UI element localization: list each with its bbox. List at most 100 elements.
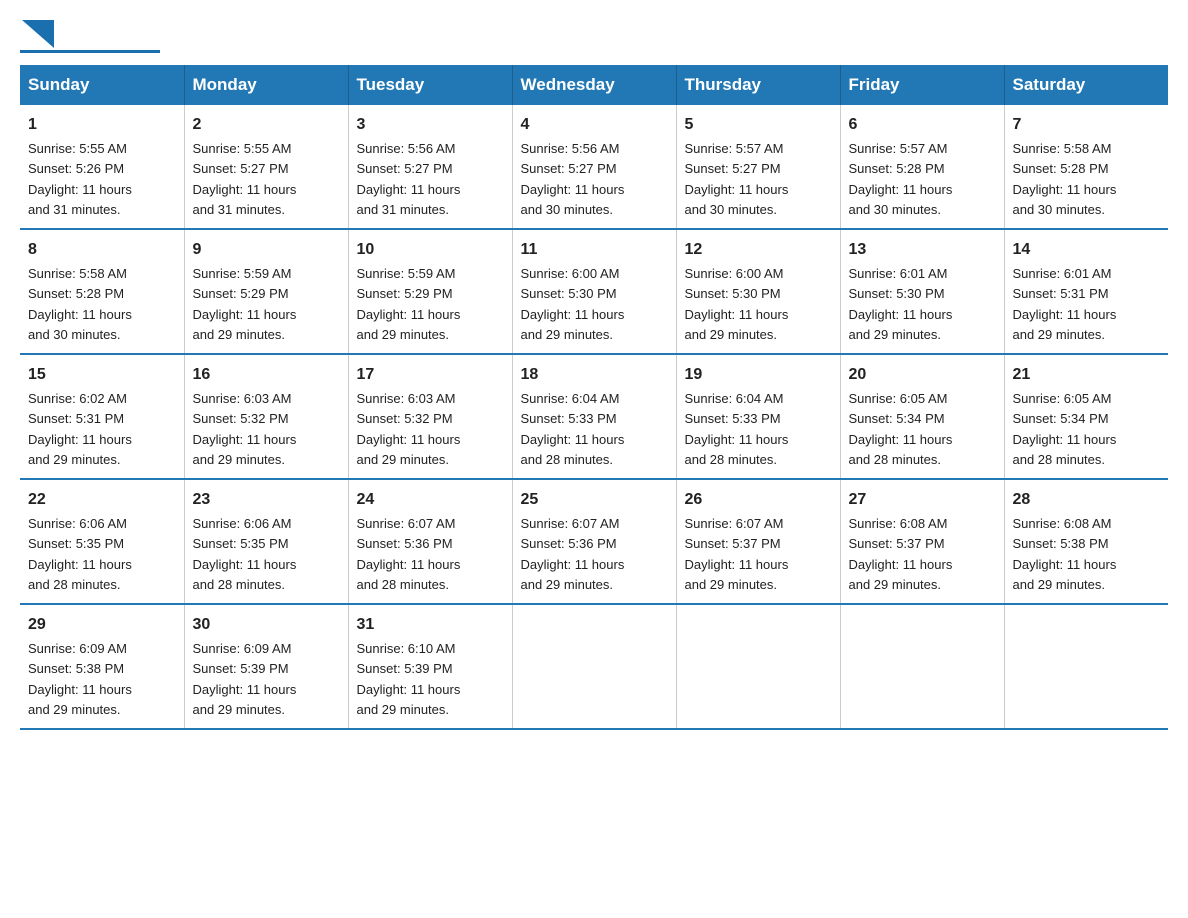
day-number: 18 [521,363,668,387]
day-info: Sunrise: 5:55 AMSunset: 5:27 PMDaylight:… [193,141,297,217]
day-number: 25 [521,488,668,512]
calendar-cell: 24 Sunrise: 6:07 AMSunset: 5:36 PMDayligh… [348,479,512,604]
calendar-cell: 23 Sunrise: 6:06 AMSunset: 5:35 PMDayligh… [184,479,348,604]
day-info: Sunrise: 6:05 AMSunset: 5:34 PMDaylight:… [849,391,953,467]
day-info: Sunrise: 6:07 AMSunset: 5:36 PMDaylight:… [357,516,461,592]
day-number: 11 [521,238,668,262]
day-number: 5 [685,113,832,137]
day-number: 2 [193,113,340,137]
day-info: Sunrise: 5:59 AMSunset: 5:29 PMDaylight:… [357,266,461,342]
calendar-cell: 22 Sunrise: 6:06 AMSunset: 5:35 PMDayligh… [20,479,184,604]
calendar-cell: 27 Sunrise: 6:08 AMSunset: 5:37 PMDayligh… [840,479,1004,604]
calendar-cell: 5 Sunrise: 5:57 AMSunset: 5:27 PMDaylight… [676,105,840,229]
calendar-cell [512,604,676,729]
calendar-cell: 28 Sunrise: 6:08 AMSunset: 5:38 PMDayligh… [1004,479,1168,604]
day-info: Sunrise: 6:00 AMSunset: 5:30 PMDaylight:… [685,266,789,342]
header-saturday: Saturday [1004,65,1168,105]
day-info: Sunrise: 6:04 AMSunset: 5:33 PMDaylight:… [685,391,789,467]
day-number: 21 [1013,363,1161,387]
calendar-cell: 19 Sunrise: 6:04 AMSunset: 5:33 PMDayligh… [676,354,840,479]
day-number: 17 [357,363,504,387]
calendar-cell: 12 Sunrise: 6:00 AMSunset: 5:30 PMDayligh… [676,229,840,354]
calendar-week-row: 22 Sunrise: 6:06 AMSunset: 5:35 PMDayligh… [20,479,1168,604]
calendar-cell: 20 Sunrise: 6:05 AMSunset: 5:34 PMDayligh… [840,354,1004,479]
day-info: Sunrise: 6:06 AMSunset: 5:35 PMDaylight:… [28,516,132,592]
day-number: 15 [28,363,176,387]
header-monday: Monday [184,65,348,105]
header-tuesday: Tuesday [348,65,512,105]
calendar-cell: 21 Sunrise: 6:05 AMSunset: 5:34 PMDayligh… [1004,354,1168,479]
calendar-header-row: SundayMondayTuesdayWednesdayThursdayFrid… [20,65,1168,105]
header-wednesday: Wednesday [512,65,676,105]
day-number: 27 [849,488,996,512]
logo [20,20,160,53]
day-number: 24 [357,488,504,512]
calendar-week-row: 1 Sunrise: 5:55 AMSunset: 5:26 PMDaylight… [20,105,1168,229]
calendar-cell: 17 Sunrise: 6:03 AMSunset: 5:32 PMDayligh… [348,354,512,479]
day-info: Sunrise: 5:57 AMSunset: 5:28 PMDaylight:… [849,141,953,217]
day-info: Sunrise: 6:08 AMSunset: 5:38 PMDaylight:… [1013,516,1117,592]
calendar-cell: 3Sunrise: 5:56 AMSunset: 5:27 PMDaylight… [348,105,512,229]
logo-icon [22,20,54,48]
day-number: 12 [685,238,832,262]
day-info: Sunrise: 5:57 AMSunset: 5:27 PMDaylight:… [685,141,789,217]
day-number: 29 [28,613,176,637]
day-number: 19 [685,363,832,387]
calendar-cell [1004,604,1168,729]
day-info: Sunrise: 6:00 AMSunset: 5:30 PMDaylight:… [521,266,625,342]
calendar-cell: 29 Sunrise: 6:09 AMSunset: 5:38 PMDayligh… [20,604,184,729]
day-info: Sunrise: 6:05 AMSunset: 5:34 PMDaylight:… [1013,391,1117,467]
day-info: Sunrise: 6:06 AMSunset: 5:35 PMDaylight:… [193,516,297,592]
calendar-cell: 25Sunrise: 6:07 AMSunset: 5:36 PMDayligh… [512,479,676,604]
calendar-cell: 11 Sunrise: 6:00 AMSunset: 5:30 PMDayligh… [512,229,676,354]
day-info: Sunrise: 5:56 AMSunset: 5:27 PMDaylight:… [357,141,461,217]
day-number: 26 [685,488,832,512]
day-info: Sunrise: 6:01 AMSunset: 5:30 PMDaylight:… [849,266,953,342]
day-number: 20 [849,363,996,387]
day-number: 8 [28,238,176,262]
day-info: Sunrise: 6:04 AMSunset: 5:33 PMDaylight:… [521,391,625,467]
calendar-cell: 15 Sunrise: 6:02 AMSunset: 5:31 PMDayligh… [20,354,184,479]
day-number: 10 [357,238,504,262]
calendar-cell: 6Sunrise: 5:57 AMSunset: 5:28 PMDaylight… [840,105,1004,229]
day-info: Sunrise: 6:03 AMSunset: 5:32 PMDaylight:… [193,391,297,467]
calendar-cell: 1 Sunrise: 5:55 AMSunset: 5:26 PMDaylight… [20,105,184,229]
day-number: 1 [28,113,176,137]
calendar-week-row: 8 Sunrise: 5:58 AMSunset: 5:28 PMDaylight… [20,229,1168,354]
calendar-cell [676,604,840,729]
day-number: 13 [849,238,996,262]
calendar-cell: 9 Sunrise: 5:59 AMSunset: 5:29 PMDaylight… [184,229,348,354]
calendar-cell: 13 Sunrise: 6:01 AMSunset: 5:30 PMDayligh… [840,229,1004,354]
day-info: Sunrise: 6:09 AMSunset: 5:39 PMDaylight:… [193,641,297,717]
day-info: Sunrise: 6:02 AMSunset: 5:31 PMDaylight:… [28,391,132,467]
day-info: Sunrise: 6:03 AMSunset: 5:32 PMDaylight:… [357,391,461,467]
day-number: 22 [28,488,176,512]
calendar-cell: 10 Sunrise: 5:59 AMSunset: 5:29 PMDayligh… [348,229,512,354]
day-info: Sunrise: 5:55 AMSunset: 5:26 PMDaylight:… [28,141,132,217]
header-friday: Friday [840,65,1004,105]
calendar-cell: 7Sunrise: 5:58 AMSunset: 5:28 PMDaylight… [1004,105,1168,229]
day-info: Sunrise: 6:09 AMSunset: 5:38 PMDaylight:… [28,641,132,717]
day-number: 30 [193,613,340,637]
calendar-cell: 26 Sunrise: 6:07 AMSunset: 5:37 PMDayligh… [676,479,840,604]
day-info: Sunrise: 5:56 AMSunset: 5:27 PMDaylight:… [521,141,625,217]
day-number: 31 [357,613,504,637]
calendar-cell: 18 Sunrise: 6:04 AMSunset: 5:33 PMDayligh… [512,354,676,479]
day-number: 9 [193,238,340,262]
calendar-cell: 16 Sunrise: 6:03 AMSunset: 5:32 PMDayligh… [184,354,348,479]
day-info: Sunrise: 5:58 AMSunset: 5:28 PMDaylight:… [1013,141,1117,217]
header-sunday: Sunday [20,65,184,105]
header-thursday: Thursday [676,65,840,105]
calendar-cell: 8 Sunrise: 5:58 AMSunset: 5:28 PMDaylight… [20,229,184,354]
day-info: Sunrise: 6:07 AMSunset: 5:37 PMDaylight:… [685,516,789,592]
day-number: 16 [193,363,340,387]
calendar-table: SundayMondayTuesdayWednesdayThursdayFrid… [20,65,1168,730]
day-number: 28 [1013,488,1161,512]
day-number: 4 [521,113,668,137]
day-info: Sunrise: 6:08 AMSunset: 5:37 PMDaylight:… [849,516,953,592]
calendar-week-row: 15 Sunrise: 6:02 AMSunset: 5:31 PMDayligh… [20,354,1168,479]
calendar-cell: 4 Sunrise: 5:56 AMSunset: 5:27 PMDaylight… [512,105,676,229]
day-info: Sunrise: 5:59 AMSunset: 5:29 PMDaylight:… [193,266,297,342]
day-number: 23 [193,488,340,512]
day-info: Sunrise: 5:58 AMSunset: 5:28 PMDaylight:… [28,266,132,342]
